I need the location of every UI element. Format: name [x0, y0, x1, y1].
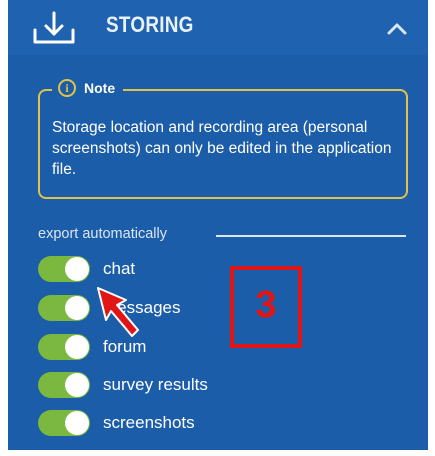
note-legend: i Note: [52, 79, 124, 97]
toggle-label: forum: [103, 337, 147, 356]
chevron-up-icon[interactable]: [386, 20, 408, 36]
note-title: Note: [84, 80, 116, 96]
note-text: Storage location and recording area (per…: [52, 119, 392, 178]
toggle-row-screenshots[interactable]: screenshots: [38, 406, 298, 440]
toggle-knob: [65, 335, 89, 359]
section-divider: [216, 235, 406, 237]
toggle-label: survey results: [103, 375, 208, 394]
info-icon: i: [58, 79, 76, 97]
toggle-knob: [65, 373, 89, 397]
toggle-label: screenshots: [103, 413, 195, 432]
forum-toggle[interactable]: [38, 334, 90, 360]
annotation-box: 3: [230, 266, 302, 348]
toggle-knob: [65, 411, 89, 435]
survey-results-toggle[interactable]: [38, 372, 90, 398]
chat-toggle[interactable]: [38, 256, 90, 282]
storing-section-header[interactable]: STORING: [8, 0, 428, 55]
toggle-row-survey-results[interactable]: survey results: [38, 368, 298, 402]
red-arrow-icon: [97, 287, 139, 337]
annotation-number: 3: [255, 284, 277, 326]
note-box: i Note Storage location and recording ar…: [38, 79, 408, 199]
section-title: STORING: [106, 12, 194, 37]
messages-toggle[interactable]: [38, 295, 90, 321]
export-automatically-label: export automatically: [38, 226, 167, 242]
toggle-knob: [65, 296, 89, 320]
toggle-label: chat: [103, 259, 136, 278]
download-icon: [33, 11, 75, 44]
screenshots-toggle[interactable]: [38, 410, 90, 436]
storing-panel: STORING i Note Storage location and reco…: [8, 0, 428, 450]
toggle-knob: [65, 257, 89, 281]
